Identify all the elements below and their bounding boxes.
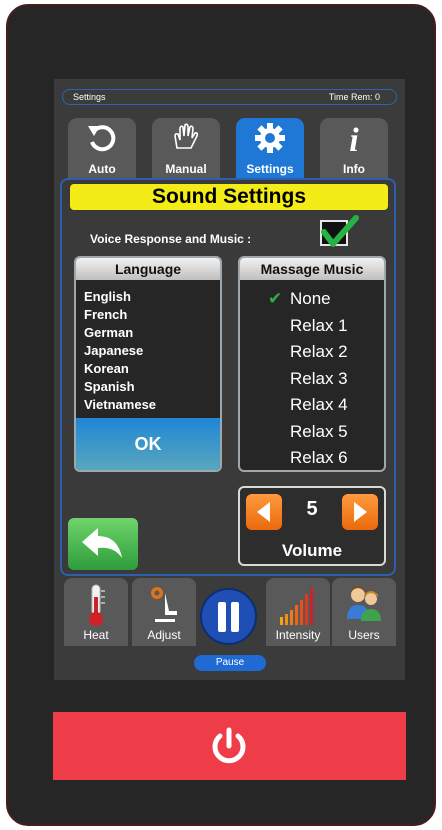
- refresh-icon: [88, 125, 116, 152]
- sound-settings-panel: Sound Settings Voice Response and Music …: [60, 178, 396, 576]
- music-item[interactable]: Relax 5: [240, 419, 384, 446]
- users-label: Users: [348, 628, 380, 642]
- massage-music-header: Massage Music: [240, 258, 384, 280]
- music-item-selected[interactable]: ✔ None: [240, 286, 384, 313]
- tab-auto[interactable]: Auto: [68, 118, 136, 178]
- volume-control: 5 Volume: [238, 486, 386, 566]
- tab-auto-label: Auto: [88, 162, 116, 176]
- tab-info[interactable]: i Info: [320, 118, 388, 178]
- power-button[interactable]: [53, 712, 406, 780]
- language-item[interactable]: Spanish: [84, 378, 156, 396]
- volume-up-button[interactable]: [342, 494, 378, 530]
- language-item[interactable]: Japanese: [84, 342, 156, 360]
- intensity-label: Intensity: [275, 628, 321, 642]
- tab-settings[interactable]: Settings: [236, 118, 304, 178]
- heat-label: Heat: [83, 628, 109, 642]
- language-item[interactable]: English: [84, 288, 156, 306]
- music-item-label: None: [290, 289, 331, 308]
- pause-label: Pause: [194, 655, 266, 671]
- ok-button[interactable]: OK: [76, 418, 220, 470]
- voice-response-checkbox[interactable]: [320, 215, 359, 247]
- tab-settings-label: Settings: [246, 162, 294, 176]
- language-list: English French German Japanese Korean Sp…: [84, 288, 156, 414]
- language-item[interactable]: Korean: [84, 360, 156, 378]
- thermometer-icon: [89, 584, 105, 626]
- music-list: ✔ None Relax 1 Relax 2 Relax 3 Relax 4 Re…: [240, 286, 384, 470]
- right-arrow-icon: [354, 502, 367, 522]
- users-icon: [347, 586, 381, 621]
- info-icon: i: [349, 122, 359, 156]
- pause-icon: [218, 602, 239, 632]
- chair-adjust-icon: [151, 587, 177, 622]
- intensity-bars-icon: [280, 588, 313, 625]
- adjust-button[interactable]: Adjust: [132, 578, 196, 646]
- language-item[interactable]: Vietnamese: [84, 396, 156, 414]
- heat-button[interactable]: Heat: [64, 578, 128, 646]
- volume-label: Volume: [281, 541, 343, 560]
- tab-info-label: Info: [343, 162, 365, 176]
- screen-name: Settings: [73, 92, 106, 102]
- back-arrow-icon: [82, 528, 122, 558]
- hand-icon: [174, 123, 199, 149]
- pause-button[interactable]: [200, 588, 257, 645]
- voice-response-label: Voice Response and Music :: [90, 232, 252, 246]
- language-header: Language: [76, 258, 220, 280]
- music-item[interactable]: Relax 1: [240, 313, 384, 340]
- screen: Settings Time Rem: 0 Auto Manual Setting…: [54, 79, 405, 680]
- language-item[interactable]: French: [84, 306, 156, 324]
- language-list-box: Language English French German Japanese …: [74, 256, 222, 472]
- language-item[interactable]: German: [84, 324, 156, 342]
- check-icon: [321, 215, 359, 247]
- music-item[interactable]: Relax 2: [240, 339, 384, 366]
- music-item[interactable]: Relax 4: [240, 392, 384, 419]
- panel-title: Sound Settings: [70, 184, 388, 210]
- back-button[interactable]: [68, 518, 138, 570]
- check-icon: ✔: [268, 289, 283, 308]
- music-item[interactable]: Relax 6: [240, 445, 384, 470]
- intensity-button[interactable]: Intensity: [266, 578, 330, 646]
- svg-text:i: i: [349, 122, 359, 156]
- music-item[interactable]: Relax 3: [240, 366, 384, 393]
- status-bar: Settings Time Rem: 0: [62, 89, 397, 105]
- massage-music-box: Massage Music ✔ None Relax 1 Relax 2 Rela…: [238, 256, 386, 472]
- gear-icon: [255, 123, 285, 153]
- power-icon: [212, 727, 246, 764]
- adjust-label: Adjust: [147, 628, 181, 642]
- tab-manual-label: Manual: [165, 162, 207, 176]
- tab-manual[interactable]: Manual: [152, 118, 220, 178]
- users-button[interactable]: Users: [332, 578, 396, 646]
- time-remaining: Time Rem: 0: [328, 92, 380, 102]
